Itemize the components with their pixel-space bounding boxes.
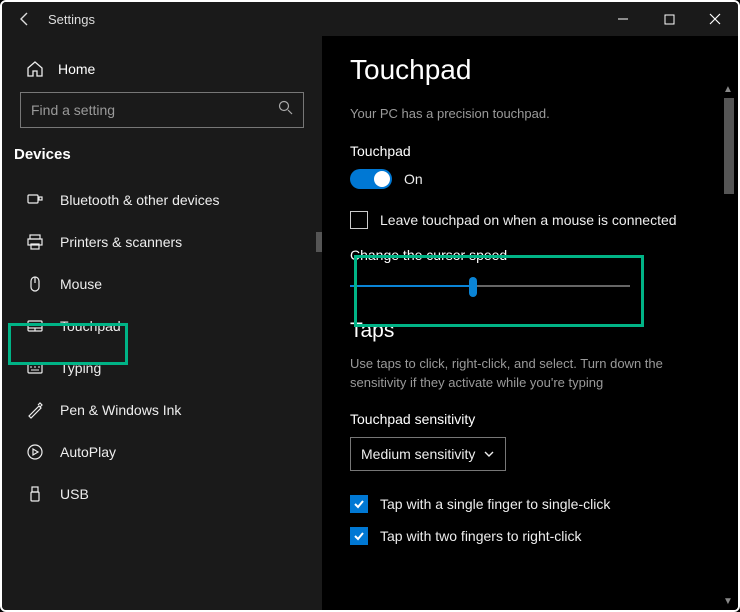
tap-single-checkbox[interactable]	[350, 495, 368, 513]
tap-two-label: Tap with two fingers to right-click	[380, 528, 582, 544]
sidebar-item-label: Touchpad	[60, 318, 121, 334]
scroll-down-icon[interactable]: ▼	[722, 596, 734, 608]
category-header: Devices	[2, 146, 322, 179]
home-icon	[26, 60, 44, 78]
typing-icon	[26, 359, 44, 377]
search-icon	[278, 100, 293, 120]
maximize-button[interactable]	[646, 2, 692, 36]
leave-touchpad-label: Leave touchpad on when a mouse is connec…	[380, 212, 677, 228]
sidebar-item-label: Pen & Windows Ink	[60, 402, 181, 418]
chevron-down-icon	[483, 448, 495, 460]
sidebar-item-label: Printers & scanners	[60, 234, 182, 250]
sidebar-item-printers[interactable]: Printers & scanners	[2, 221, 322, 263]
sidebar-item-label: Bluetooth & other devices	[60, 192, 220, 208]
sidebar-nav: Bluetooth & other devices Printers & sca…	[2, 179, 322, 515]
window-controls	[600, 2, 738, 36]
close-button[interactable]	[692, 2, 738, 36]
sidebar-item-touchpad[interactable]: Touchpad	[2, 305, 322, 347]
pen-icon	[26, 401, 44, 419]
sensitivity-label: Touchpad sensitivity	[350, 411, 710, 427]
home-label: Home	[58, 61, 95, 77]
sidebar: Home Devices Bluetooth & other devices	[2, 36, 322, 610]
bluetooth-icon	[26, 191, 44, 209]
leave-touchpad-checkbox[interactable]	[350, 211, 368, 229]
autoplay-icon	[26, 443, 44, 461]
touchpad-icon	[26, 317, 44, 335]
touchpad-toggle-state: On	[404, 171, 423, 187]
search-input[interactable]	[31, 102, 278, 118]
app-title: Settings	[48, 12, 95, 27]
tap-single-label: Tap with a single finger to single-click	[380, 496, 610, 512]
taps-description: Use taps to click, right-click, and sele…	[350, 355, 670, 393]
scroll-up-icon[interactable]: ▲	[722, 84, 734, 96]
cursor-speed-block: Change the cursor speed	[350, 247, 710, 299]
page-title: Touchpad	[350, 54, 710, 86]
sidebar-item-bluetooth[interactable]: Bluetooth & other devices	[2, 179, 322, 221]
home-nav[interactable]: Home	[2, 50, 322, 92]
content-scrollbar[interactable]	[724, 98, 734, 194]
taps-heading: Taps	[350, 319, 710, 343]
sidebar-item-pen[interactable]: Pen & Windows Ink	[2, 389, 322, 431]
sidebar-item-autoplay[interactable]: AutoPlay	[2, 431, 322, 473]
touchpad-section-label: Touchpad	[350, 143, 710, 159]
sidebar-item-typing[interactable]: Typing	[2, 347, 322, 389]
sensitivity-value: Medium sensitivity	[361, 446, 475, 462]
precision-text: Your PC has a precision touchpad.	[350, 106, 710, 121]
minimize-button[interactable]	[600, 2, 646, 36]
cursor-speed-slider[interactable]	[350, 275, 630, 299]
sidebar-item-label: USB	[60, 486, 89, 502]
titlebar: Settings	[2, 2, 738, 36]
mouse-icon	[26, 275, 44, 293]
content-pane: Touchpad Your PC has a precision touchpa…	[322, 36, 738, 610]
printer-icon	[26, 233, 44, 251]
sidebar-item-label: Typing	[60, 360, 101, 376]
sidebar-item-mouse[interactable]: Mouse	[2, 263, 322, 305]
usb-icon	[26, 485, 44, 503]
sensitivity-dropdown[interactable]: Medium sensitivity	[350, 437, 506, 471]
tap-two-checkbox[interactable]	[350, 527, 368, 545]
back-button[interactable]	[10, 4, 40, 34]
sidebar-item-label: Mouse	[60, 276, 102, 292]
sidebar-item-label: AutoPlay	[60, 444, 116, 460]
settings-window: Settings Home	[0, 0, 740, 612]
cursor-speed-label: Change the cursor speed	[350, 247, 710, 263]
search-box[interactable]	[20, 92, 304, 128]
sidebar-item-usb[interactable]: USB	[2, 473, 322, 515]
touchpad-toggle[interactable]	[350, 169, 392, 189]
